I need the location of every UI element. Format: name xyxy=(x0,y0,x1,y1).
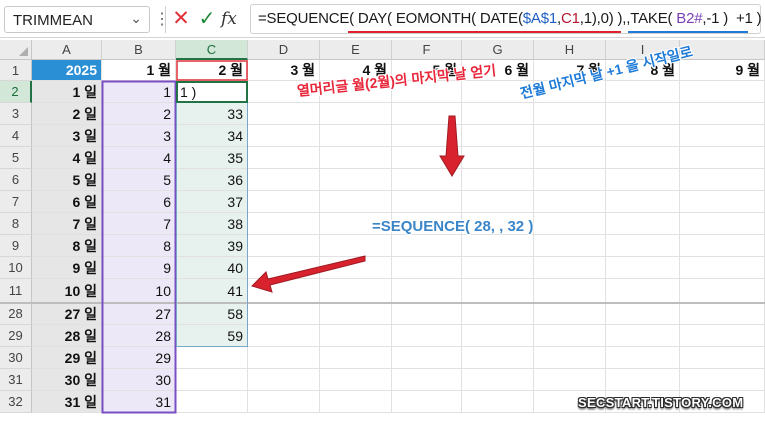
reference-c1-border xyxy=(176,60,248,81)
watermark: SECSTART.TISTORY.COM xyxy=(578,395,744,410)
enter-icon[interactable]: ✓ xyxy=(196,6,218,32)
formula-token: EOMONTH( DATE( xyxy=(391,10,523,27)
formula-input[interactable]: =SEQUENCE( DAY( EOMONTH( DATE($A$1,C1,1)… xyxy=(250,4,762,34)
spill-range-c-border xyxy=(176,81,248,347)
chevron-down-icon[interactable]: ⌄ xyxy=(130,10,142,27)
formula-token: ,1),0) ),, xyxy=(579,10,631,27)
spill-range-b-border xyxy=(101,80,177,414)
formula-underline-blue xyxy=(628,31,748,33)
formula-token: DAY( xyxy=(357,10,392,27)
formula-token: TAKE( xyxy=(630,10,677,27)
formula-text: =SEQUENCE( DAY( EOMONTH( DATE($A$1,C1,1)… xyxy=(258,10,762,27)
formula-bar-divider xyxy=(165,6,166,33)
formula-token: B2# xyxy=(676,10,703,27)
red-arrow-down-icon xyxy=(439,115,465,177)
name-box-value: TRIMMEAN xyxy=(13,12,93,29)
annotation-sequence-formula: =SEQUENCE( 28, , 32 ) xyxy=(372,218,534,235)
more-options-icon[interactable]: ⋮ xyxy=(154,9,170,29)
cancel-icon[interactable]: ✕ xyxy=(170,6,192,32)
formula-token: ,-1 ) +1 ) xyxy=(702,10,762,27)
formula-token: $A$1 xyxy=(522,10,557,27)
formula-bar: TRIMMEAN ⌄ ⋮ ✕ ✓ fx =SEQUENCE( DAY( EOMO… xyxy=(0,0,765,38)
formula-underline-red xyxy=(348,31,621,33)
insert-function-icon[interactable]: fx xyxy=(221,6,243,32)
formula-token: =SEQUENCE( xyxy=(258,10,358,27)
active-cell-border xyxy=(176,81,248,103)
formula-token: C1 xyxy=(560,10,580,27)
name-box[interactable]: TRIMMEAN ⌄ xyxy=(4,6,150,33)
red-arrow-left-icon xyxy=(251,255,366,293)
